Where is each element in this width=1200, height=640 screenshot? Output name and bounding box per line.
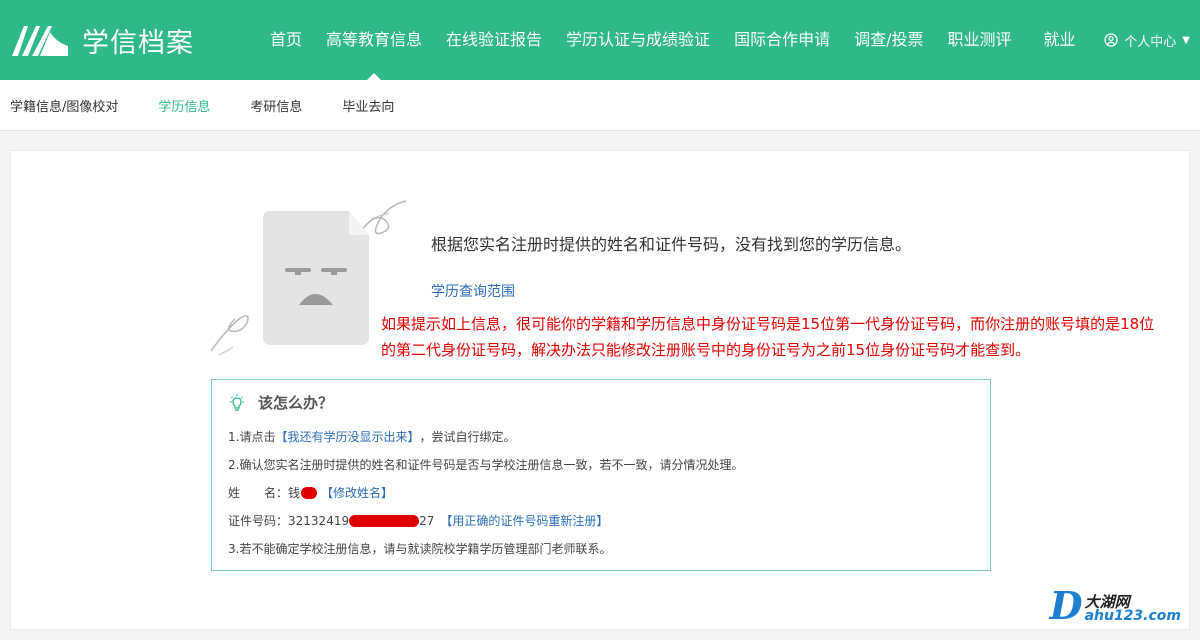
nav-item-career-test[interactable]: 职业测评 — [935, 0, 1023, 80]
id-prefix: 32132419 — [288, 514, 350, 528]
nav-label: 国际合作申请 — [734, 30, 831, 49]
site-logo[interactable]: 学信档案 — [10, 20, 194, 60]
nav-label: 首页 — [270, 30, 303, 49]
chevron-down-icon: ▼ — [1182, 34, 1190, 46]
name-row: 姓 名： 钱 【修改姓名】 — [228, 479, 974, 507]
watermark-text: 大湖网 ahu123.com — [1084, 593, 1181, 624]
help-box: 该怎么办？ 1.请点击 【我还有学历没显示出来】 ，尝试自行绑定。 2.确认您实… — [211, 379, 991, 571]
lightbulb-icon — [228, 394, 246, 412]
nav-item-higher-education[interactable]: 高等教育信息 — [314, 0, 434, 81]
help-step-1: 1.请点击 【我还有学历没显示出来】 ，尝试自行绑定。 — [228, 423, 974, 451]
watermark-logo-letter: D — [1049, 583, 1083, 628]
nav-item-survey[interactable]: 调查/投票 — [842, 0, 935, 80]
nav-label: 调查/投票 — [854, 30, 924, 49]
reregister-link[interactable]: 【用正确的证件号码重新注册】 — [440, 507, 608, 535]
help-step-3: 3.若不能确定学校注册信息，请与就读院校学籍学历管理部门老师联系。 — [228, 535, 974, 563]
site-watermark: D 大湖网 ahu123.com — [1049, 583, 1181, 628]
subnav-item-postgraduate-exam[interactable]: 考研信息 — [250, 96, 302, 115]
nav-item-online-verification[interactable]: 在线验证报告 — [434, 0, 554, 80]
subnav-item-education[interactable]: 学历信息 — [158, 96, 210, 115]
watermark-url: ahu123.com — [1084, 608, 1181, 624]
top-navigation-bar: 学信档案 首页 高等教育信息 在线验证报告 学历认证与成绩验证 国际合作申请 调… — [0, 0, 1200, 81]
main-content-card: 根据您实名注册时提供的姓名和证件号码，没有找到您的学历信息。 学历查询范围 如果… — [10, 150, 1190, 630]
nav-item-employment[interactable]: 就业 — [1032, 0, 1088, 80]
id-redaction-mark — [349, 515, 420, 527]
bind-missing-education-link[interactable]: 【我还有学历没显示出来】 — [275, 423, 419, 451]
sub-navigation: 学籍信息/图像校对 学历信息 考研信息 毕业去向 — [0, 80, 1200, 131]
help-title: 该怎么办？ — [228, 392, 974, 413]
logo-text: 学信档案 — [82, 27, 194, 59]
edit-name-link[interactable]: 【修改姓名】 — [321, 479, 393, 507]
id-suffix: 27 — [419, 514, 435, 528]
query-scope-link[interactable]: 学历查询范围 — [431, 281, 515, 301]
name-label: 姓 名： — [228, 486, 289, 500]
help-step-2: 2.确认您实名注册时提供的姓名和证件号码是否与学校注册信息一致，若不一致，请分情… — [228, 451, 974, 479]
logo-mark-icon — [12, 26, 68, 56]
subnav-item-student-status[interactable]: 学籍信息/图像校对 — [10, 96, 118, 115]
subnav-item-graduation-destination[interactable]: 毕业去向 — [342, 96, 394, 115]
step3-text: 3.若不能确定学校注册信息，请与就读院校学籍学历管理部门老师联系。 — [228, 542, 612, 556]
nav-label: 学历认证与成绩验证 — [566, 30, 711, 49]
red-annotation-note: 如果提示如上信息，很可能你的学籍和学历信息中身份证号码是15位第一代身份证号码，… — [381, 315, 1155, 359]
id-label: 证件号码： — [228, 514, 289, 528]
step1-prefix: 1.请点击 — [228, 430, 276, 444]
name-value: 钱 — [288, 486, 301, 500]
step2-text: 2.确认您实名注册时提供的姓名和证件号码是否与学校注册信息一致，若不一致，请分情… — [228, 458, 744, 472]
nav-label: 职业测评 — [947, 30, 1012, 49]
user-menu[interactable]: 个人中心 ▼ — [1104, 0, 1190, 80]
nav-label: 在线验证报告 — [446, 30, 543, 49]
nav-item-home[interactable]: 首页 — [258, 0, 314, 80]
help-title-text: 该怎么办？ — [258, 394, 334, 412]
user-menu-label: 个人中心 — [1124, 34, 1177, 50]
id-row: 证件号码： 32132419 27 【用正确的证件号码重新注册】 — [228, 507, 974, 535]
nav-item-international-cooperation[interactable]: 国际合作申请 — [722, 0, 842, 80]
name-redaction-mark — [301, 487, 318, 499]
main-nav: 首页 高等教育信息 在线验证报告 学历认证与成绩验证 国际合作申请 调查/投票 … — [258, 0, 1088, 81]
nav-label: 高等教育信息 — [326, 30, 423, 49]
nav-item-degree-certification[interactable]: 学历认证与成绩验证 — [554, 0, 722, 80]
user-icon — [1104, 33, 1118, 47]
step1-suffix: ，尝试自行绑定。 — [419, 430, 516, 444]
nav-label: 就业 — [1043, 30, 1076, 49]
watermark-name: 大湖网 — [1084, 593, 1130, 611]
not-found-message: 根据您实名注册时提供的姓名和证件号码，没有找到您的学历信息。 — [431, 235, 912, 254]
